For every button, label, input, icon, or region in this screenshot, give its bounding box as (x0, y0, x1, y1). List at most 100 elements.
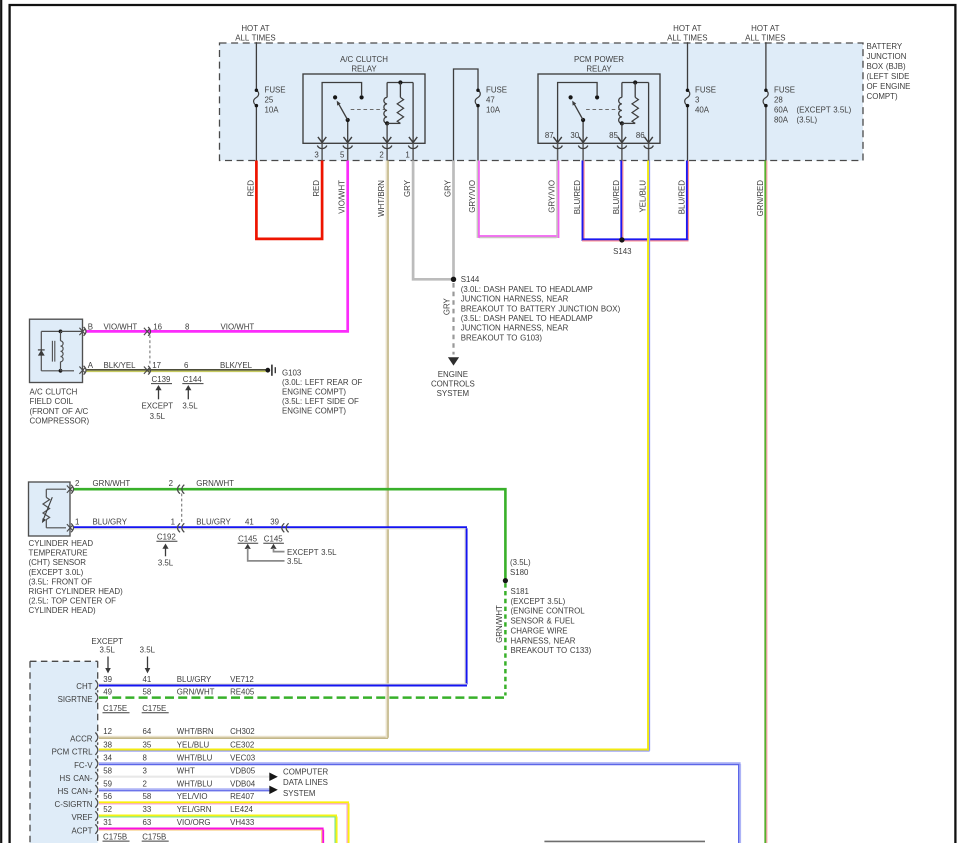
svg-text:1: 1 (171, 517, 175, 526)
svg-text:GRY: GRY (444, 179, 453, 197)
svg-text:58: 58 (103, 766, 112, 775)
svg-text:33: 33 (143, 805, 152, 814)
svg-text:COMPRESSOR): COMPRESSOR) (30, 416, 90, 425)
svg-text:CONTROLS: CONTROLS (431, 380, 475, 389)
svg-text:HOT AT: HOT AT (673, 24, 701, 33)
svg-text:58: 58 (143, 688, 152, 697)
svg-text:3.5L: 3.5L (100, 645, 116, 654)
svg-text:39: 39 (270, 517, 279, 526)
svg-text:OF ENGINE: OF ENGINE (867, 82, 911, 91)
svg-text:HOT AT: HOT AT (751, 24, 779, 33)
svg-text:2: 2 (75, 479, 79, 488)
svg-text:59: 59 (103, 779, 112, 788)
svg-text:GRY/VIO: GRY/VIO (468, 180, 477, 213)
svg-text:BLK/YEL: BLK/YEL (104, 361, 137, 370)
svg-text:C-SIGRTN: C-SIGRTN (55, 800, 93, 809)
svg-text:BLU/RED: BLU/RED (678, 180, 687, 215)
svg-text:B: B (88, 322, 93, 331)
svg-text:16: 16 (153, 322, 162, 331)
svg-text:YEL/BLU: YEL/BLU (639, 180, 648, 213)
svg-text:80A: 80A (774, 116, 789, 125)
svg-text:PCM CTRL: PCM CTRL (52, 747, 93, 756)
svg-text:BREAKOUT TO C133): BREAKOUT TO C133) (511, 646, 592, 655)
svg-text:SYSTEM: SYSTEM (283, 789, 315, 798)
svg-text:GRN/RED: GRN/RED (756, 180, 765, 217)
svg-text:VREF: VREF (71, 813, 92, 822)
svg-text:CE302: CE302 (230, 741, 254, 750)
svg-text:CHT: CHT (76, 682, 92, 691)
svg-text:TEMPERATURE: TEMPERATURE (29, 549, 88, 558)
svg-text:10A: 10A (486, 106, 501, 115)
svg-text:ENGINE COMPT): ENGINE COMPT) (282, 388, 346, 397)
svg-text:64: 64 (143, 727, 152, 736)
svg-text:60A: 60A (774, 106, 789, 115)
svg-text:VDB05: VDB05 (230, 766, 256, 775)
svg-text:17: 17 (152, 361, 161, 370)
svg-text:G103: G103 (282, 368, 302, 377)
svg-text:RE407: RE407 (230, 792, 254, 801)
svg-text:2: 2 (169, 479, 173, 488)
svg-text:(FRONT OF A/C: (FRONT OF A/C (30, 407, 89, 416)
svg-text:(3.5L): (3.5L) (797, 116, 818, 125)
svg-text:30: 30 (570, 131, 579, 140)
svg-text:PCM POWER: PCM POWER (574, 55, 624, 64)
svg-text:YEL/BLU: YEL/BLU (177, 741, 210, 750)
svg-text:RELAY: RELAY (351, 65, 377, 74)
svg-text:BREAKOUT TO G103): BREAKOUT TO G103) (461, 333, 543, 342)
svg-text:JUNCTION HARNESS, NEAR: JUNCTION HARNESS, NEAR (461, 324, 569, 333)
svg-text:C175B: C175B (103, 832, 127, 841)
svg-text:WHT: WHT (177, 766, 195, 775)
svg-text:1: 1 (75, 517, 79, 526)
svg-text:HOT AT: HOT AT (241, 24, 269, 33)
svg-text:34: 34 (103, 754, 112, 763)
svg-text:3.5L: 3.5L (150, 412, 166, 421)
svg-text:RELAY: RELAY (586, 65, 612, 74)
svg-text:(3.5L: FRONT OF: (3.5L: FRONT OF (29, 577, 93, 586)
svg-text:C139: C139 (152, 375, 171, 384)
svg-text:SIGRTNE: SIGRTNE (58, 695, 93, 704)
svg-text:C192: C192 (157, 532, 176, 541)
svg-text:10A: 10A (265, 106, 280, 115)
svg-text:CHARGE WIRE: CHARGE WIRE (511, 626, 568, 635)
svg-text:85: 85 (609, 131, 618, 140)
svg-text:VH433: VH433 (230, 818, 255, 827)
svg-text:WHT/BLU: WHT/BLU (177, 779, 213, 788)
svg-text:BLU/RED: BLU/RED (612, 180, 621, 215)
svg-text:25: 25 (265, 96, 274, 105)
svg-text:(EXCEPT 3.5L): (EXCEPT 3.5L) (797, 106, 852, 115)
svg-text:FUSE: FUSE (265, 86, 286, 95)
svg-text:BREAKOUT TO BATTERY JUNCTION B: BREAKOUT TO BATTERY JUNCTION BOX) (461, 304, 621, 313)
svg-text:FC-V: FC-V (74, 761, 93, 770)
svg-text:GRY: GRY (403, 179, 412, 197)
svg-text:GRY: GRY (443, 297, 452, 315)
svg-text:WHT/BRN: WHT/BRN (377, 180, 386, 217)
svg-text:C144: C144 (183, 375, 202, 384)
svg-text:FUSE: FUSE (695, 86, 716, 95)
svg-text:(3.5L: DASH PANEL TO HEADLAMP: (3.5L: DASH PANEL TO HEADLAMP (461, 314, 593, 323)
svg-text:WHT/BRN: WHT/BRN (177, 727, 214, 736)
svg-text:2: 2 (379, 150, 383, 159)
svg-text:YEL/VIO: YEL/VIO (177, 792, 208, 801)
svg-text:3: 3 (143, 766, 148, 775)
svg-text:C175B: C175B (142, 832, 166, 841)
svg-text:BOX (BJB): BOX (BJB) (867, 62, 906, 71)
svg-text:87: 87 (545, 131, 554, 140)
svg-text:VIO/WHT: VIO/WHT (338, 180, 347, 214)
svg-text:A/C CLUTCH: A/C CLUTCH (340, 55, 388, 64)
svg-text:LE424: LE424 (230, 805, 253, 814)
svg-text:3.5L: 3.5L (182, 402, 198, 411)
svg-text:ACPT: ACPT (71, 826, 92, 835)
svg-text:86: 86 (636, 131, 645, 140)
svg-text:(ENGINE CONTROL: (ENGINE CONTROL (511, 607, 586, 616)
svg-text:VIO/WHT: VIO/WHT (104, 322, 138, 331)
svg-text:VDB04: VDB04 (230, 779, 256, 788)
svg-text:BLU/GRY: BLU/GRY (93, 517, 128, 526)
svg-text:COMPT): COMPT) (867, 92, 898, 101)
svg-text:CYLINDER HEAD: CYLINDER HEAD (29, 539, 94, 548)
svg-text:RIGHT CYLINDER HEAD): RIGHT CYLINDER HEAD) (29, 587, 124, 596)
svg-text:HS CAN+: HS CAN+ (58, 787, 93, 796)
svg-text:GRN/WHT: GRN/WHT (495, 605, 504, 643)
svg-text:5: 5 (340, 150, 345, 159)
svg-text:41: 41 (143, 675, 152, 684)
svg-text:(3.0L: DASH PANEL TO HEADLAMP: (3.0L: DASH PANEL TO HEADLAMP (461, 285, 593, 294)
